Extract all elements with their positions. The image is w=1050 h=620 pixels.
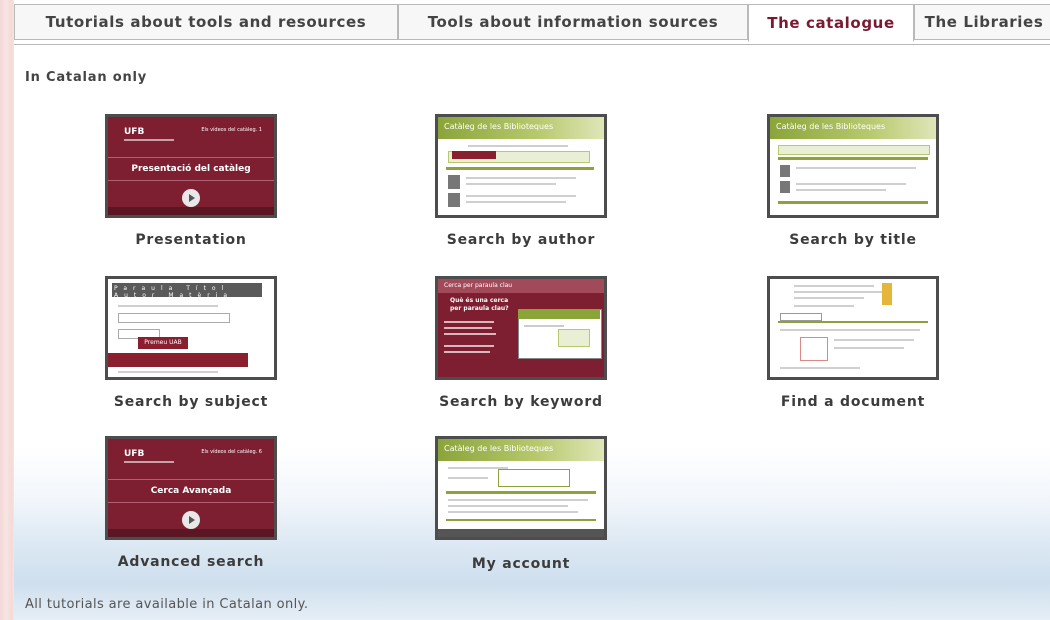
search-by-author-thumbnail[interactable]: Catàleg de les Biblioteques bbox=[435, 114, 607, 218]
presentation-thumbnail[interactable]: UFB Els vídeos del catàleg. 1 Presentaci… bbox=[105, 114, 277, 218]
caption-search-by-author[interactable]: Search by author bbox=[391, 232, 651, 248]
thumb-corner-text: Els vídeos del catàleg. 6 bbox=[201, 449, 262, 455]
caption-find-a-document[interactable]: Find a document bbox=[723, 394, 983, 410]
caption-presentation[interactable]: Presentation bbox=[61, 232, 321, 248]
caption-search-by-subject[interactable]: Search by subject bbox=[61, 394, 321, 410]
tab-tutorials-tools[interactable]: Tutorials about tools and resources bbox=[14, 4, 398, 40]
tab-bar: Tutorials about tools and resources Tool… bbox=[14, 4, 1050, 45]
thumb-corner-text: Els vídeos del catàleg. 1 bbox=[201, 127, 262, 133]
ufb-logo: UFB bbox=[124, 127, 145, 137]
page: Tutorials about tools and resources Tool… bbox=[14, 0, 1050, 620]
thumb-title: Cerca Avançada bbox=[108, 479, 274, 503]
search-by-keyword-thumbnail[interactable]: Cerca per paraula clau Què és una cerca … bbox=[435, 276, 607, 380]
ufb-logo: UFB bbox=[124, 449, 145, 459]
thumb-header: Catàleg de les Biblioteques bbox=[776, 122, 886, 131]
tab-the-catalogue[interactable]: The catalogue bbox=[748, 4, 914, 42]
caption-search-by-title[interactable]: Search by title bbox=[723, 232, 983, 248]
footer-note: All tutorials are available in Catalan o… bbox=[25, 597, 309, 612]
advanced-search-thumbnail[interactable]: UFB Els vídeos del catàleg. 6 Cerca Avan… bbox=[105, 436, 277, 540]
thumb-tab: Autor bbox=[114, 292, 161, 299]
caption-my-account[interactable]: My account bbox=[391, 556, 651, 572]
thumb-header: Catàleg de les Biblioteques bbox=[444, 122, 554, 131]
caption-advanced-search[interactable]: Advanced search bbox=[61, 554, 321, 570]
thumb-tab: Paraula bbox=[114, 285, 179, 292]
play-icon bbox=[182, 189, 200, 207]
thumb-header: Catàleg de les Biblioteques bbox=[444, 444, 554, 453]
thumb-tab: Matèria bbox=[168, 292, 234, 299]
find-a-document-thumbnail[interactable] bbox=[767, 276, 939, 380]
search-by-subject-thumbnail[interactable]: Paraula Títol Autor Matèria Premeu UAB bbox=[105, 276, 277, 380]
my-account-thumbnail[interactable]: Catàleg de les Biblioteques bbox=[435, 436, 607, 540]
tab-tools-information-sources[interactable]: Tools about information sources bbox=[398, 4, 748, 40]
language-note: In Catalan only bbox=[25, 70, 148, 85]
thumb-header: Cerca per paraula clau bbox=[438, 279, 604, 293]
thumb-title: Presentació del catàleg bbox=[108, 157, 274, 181]
tab-the-libraries[interactable]: The Libraries bbox=[914, 4, 1050, 40]
thumb-tab: Títol bbox=[186, 285, 230, 292]
thumb-button-label: Premeu UAB bbox=[138, 337, 188, 349]
caption-search-by-keyword[interactable]: Search by keyword bbox=[391, 394, 651, 410]
play-icon bbox=[182, 511, 200, 529]
search-by-title-thumbnail[interactable]: Catàleg de les Biblioteques bbox=[767, 114, 939, 218]
thumb-question: Què és una cerca per paraula clau? bbox=[450, 297, 509, 312]
